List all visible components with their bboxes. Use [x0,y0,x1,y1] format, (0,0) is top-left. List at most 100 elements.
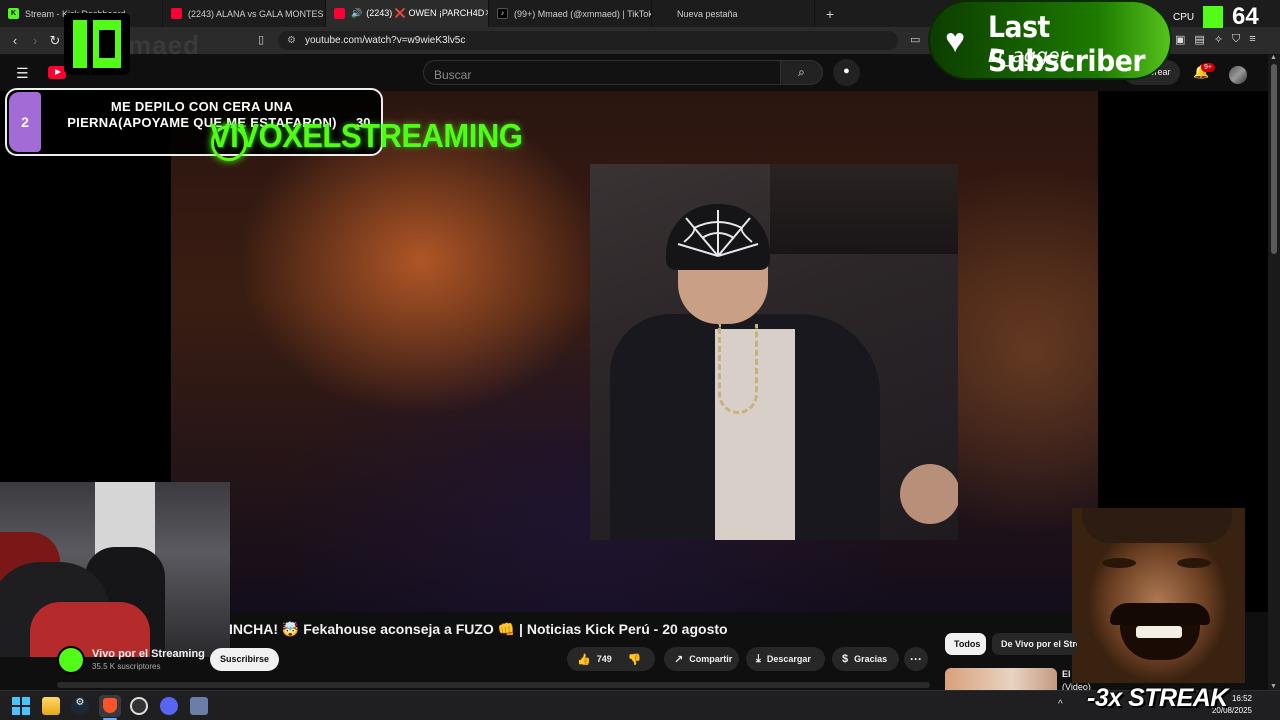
tab-tiktok[interactable]: ♪ (99+) Mmaed (@xmmaed) | TikTok [489,0,652,27]
tray-chevron-icon[interactable]: ^ [1058,699,1063,710]
cpu-widget: CPU 64 [1172,3,1268,30]
video-frame[interactable] [171,91,1098,612]
thanks-button[interactable]: $ Gracias [832,647,899,671]
dollar-heart-icon: $ [842,653,849,665]
more-actions-button[interactable]: ··· [904,647,928,671]
reaction-face-overlay [1072,508,1245,683]
menu-icon[interactable]: ≡ [1249,33,1255,46]
microphone-icon[interactable]: ● [833,59,860,86]
thumbs-up-icon[interactable]: 👍 [577,653,591,666]
channel-name[interactable]: Vivo por el Streaming [92,648,205,660]
subscribe-button[interactable]: Suscribirse [210,648,279,671]
recommended-thumbnail[interactable] [945,668,1057,690]
calculator-icon[interactable] [190,697,208,715]
cpu-value: 64 [1232,3,1259,30]
face-teeth [1136,626,1182,638]
tab-label: (2243) ALANA vs GALA MONTES | SU [188,8,325,19]
notification-badge: 9+ [1201,63,1215,72]
webcam-overlay [0,482,230,657]
screen: K Stream - Kick Dashboard (2243) ALANA v… [0,0,1280,720]
bookmark-icon[interactable]: ▯ [258,33,264,46]
brave-browser-icon[interactable] [99,695,121,717]
steam-icon[interactable]: ⚙ [71,697,89,715]
tab-label: (2243) ❌ OWEN ¡PARCH4D [366,8,485,18]
speaker-icon[interactable]: 🔊 [351,8,362,19]
face-eye-right [1177,558,1211,568]
tab-youtube-alana[interactable]: (2243) ALANA vs GALA MONTES | SU [163,0,326,27]
forward-icon[interactable]: › [25,33,45,48]
last-subscriber-name: D_agger [988,45,1068,67]
tab-label: Nueva pestaña [677,8,738,19]
heart-icon: ♥ [945,22,966,60]
download-button[interactable]: ⤓ Descargar [746,647,825,671]
new-tab-button[interactable]: + [815,6,845,22]
channel-overlay-text: VIVOXELSTREAMING [210,116,523,155]
person-hand [900,464,958,524]
hamburger-menu-icon[interactable]: ☰ [16,65,29,82]
spiderweb-beanie [666,204,770,270]
sidebar-icon[interactable]: ▣ [1175,33,1185,46]
url-text: youtube.com/watch?v=w9wieK3lv5c [305,35,466,46]
face-hair [1082,508,1232,543]
cast-icon[interactable]: ▭ [910,33,920,46]
page-scrollbar[interactable]: ▲ ▼ [1268,54,1280,690]
last-subscriber-widget: ♥ Last Subscriber D_agger [928,0,1172,80]
streak-overlay-text: -3x STREAK [1087,684,1228,712]
tab-new[interactable]: Nueva pestaña [652,0,815,27]
share-label: Compartir [689,654,733,664]
shield-icon[interactable]: ⛉ [1232,33,1240,46]
share-icon: ↗ [674,653,684,666]
horizontal-scrollbar[interactable] [57,682,930,688]
windows-start-icon[interactable] [12,697,30,715]
like-dislike-group: 👍 749 👎 [567,647,655,671]
video-photo [590,164,958,540]
like-count[interactable]: 749 [597,654,612,664]
chrome-icon[interactable] [130,697,148,715]
video-title: INCHA! 🤯 Fekahouse aconseja a FUZO 👊 | N… [229,621,728,637]
search-icon[interactable]: ⌕ [781,60,823,85]
scroll-up-icon[interactable]: ▲ [1270,54,1277,61]
tiktok-icon: ♪ [497,8,508,19]
reload-icon[interactable]: ↻ [45,33,65,49]
person-chain [718,324,758,414]
youtube-icon [334,8,345,19]
kick-icon: K [8,8,19,19]
leo-icon[interactable]: ✧ [1214,33,1223,46]
wallet-icon[interactable]: ▤ [1194,33,1204,46]
tab-youtube-owen[interactable]: 🔊 (2243) ❌ OWEN ¡PARCH4D ✕ [326,0,489,27]
thanks-label: Gracias [854,654,888,664]
discord-icon[interactable] [160,697,178,715]
chip-all[interactable]: Todos [945,633,986,655]
kick-logo-icon [64,13,130,75]
scroll-down-icon[interactable]: ▼ [1270,683,1277,690]
cpu-label: CPU [1173,12,1195,23]
chip-from-channel[interactable]: De Vivo por el Streaming [992,633,1077,655]
recommended-title[interactable]: El [1062,669,1071,679]
blank-tab-icon [660,8,671,19]
search-input[interactable] [423,60,781,85]
download-icon: ⤓ [756,652,761,665]
youtube-icon [171,8,182,19]
file-explorer-icon[interactable] [42,697,60,715]
extension-icons: ▣ ▤ ✧ ⛉ ≡ [1175,33,1256,46]
goal-number: 2 [9,92,41,152]
scroll-thumb[interactable] [1271,64,1277,254]
back-icon[interactable]: ‹ [5,33,25,48]
download-label: Descargar [766,654,811,664]
background-shelf [770,164,958,254]
url-field[interactable]: ⚙ youtube.com/watch?v=w9wieK3lv5c [278,31,898,50]
subscriber-count: 35.5 K suscriptores [92,662,161,671]
taskbar-time[interactable]: 16:52 [1230,694,1252,703]
share-button[interactable]: ↗ Compartir [664,647,739,671]
avatar[interactable] [1229,66,1247,84]
last-subscriber-title: Last Subscriber [988,10,1146,78]
spiderweb-icon [677,210,759,257]
face-mustache [1110,603,1210,625]
channel-avatar[interactable] [57,646,85,674]
face-eye-left [1102,558,1136,568]
kick-small-icon [1203,6,1223,28]
tab-label: (99+) Mmaed (@xmmaed) | TikTok [514,8,652,19]
thumbs-down-icon[interactable]: 👎 [628,653,642,666]
site-info-icon[interactable]: ⚙ [287,35,296,46]
channel-ghost-text: maed [128,30,200,60]
